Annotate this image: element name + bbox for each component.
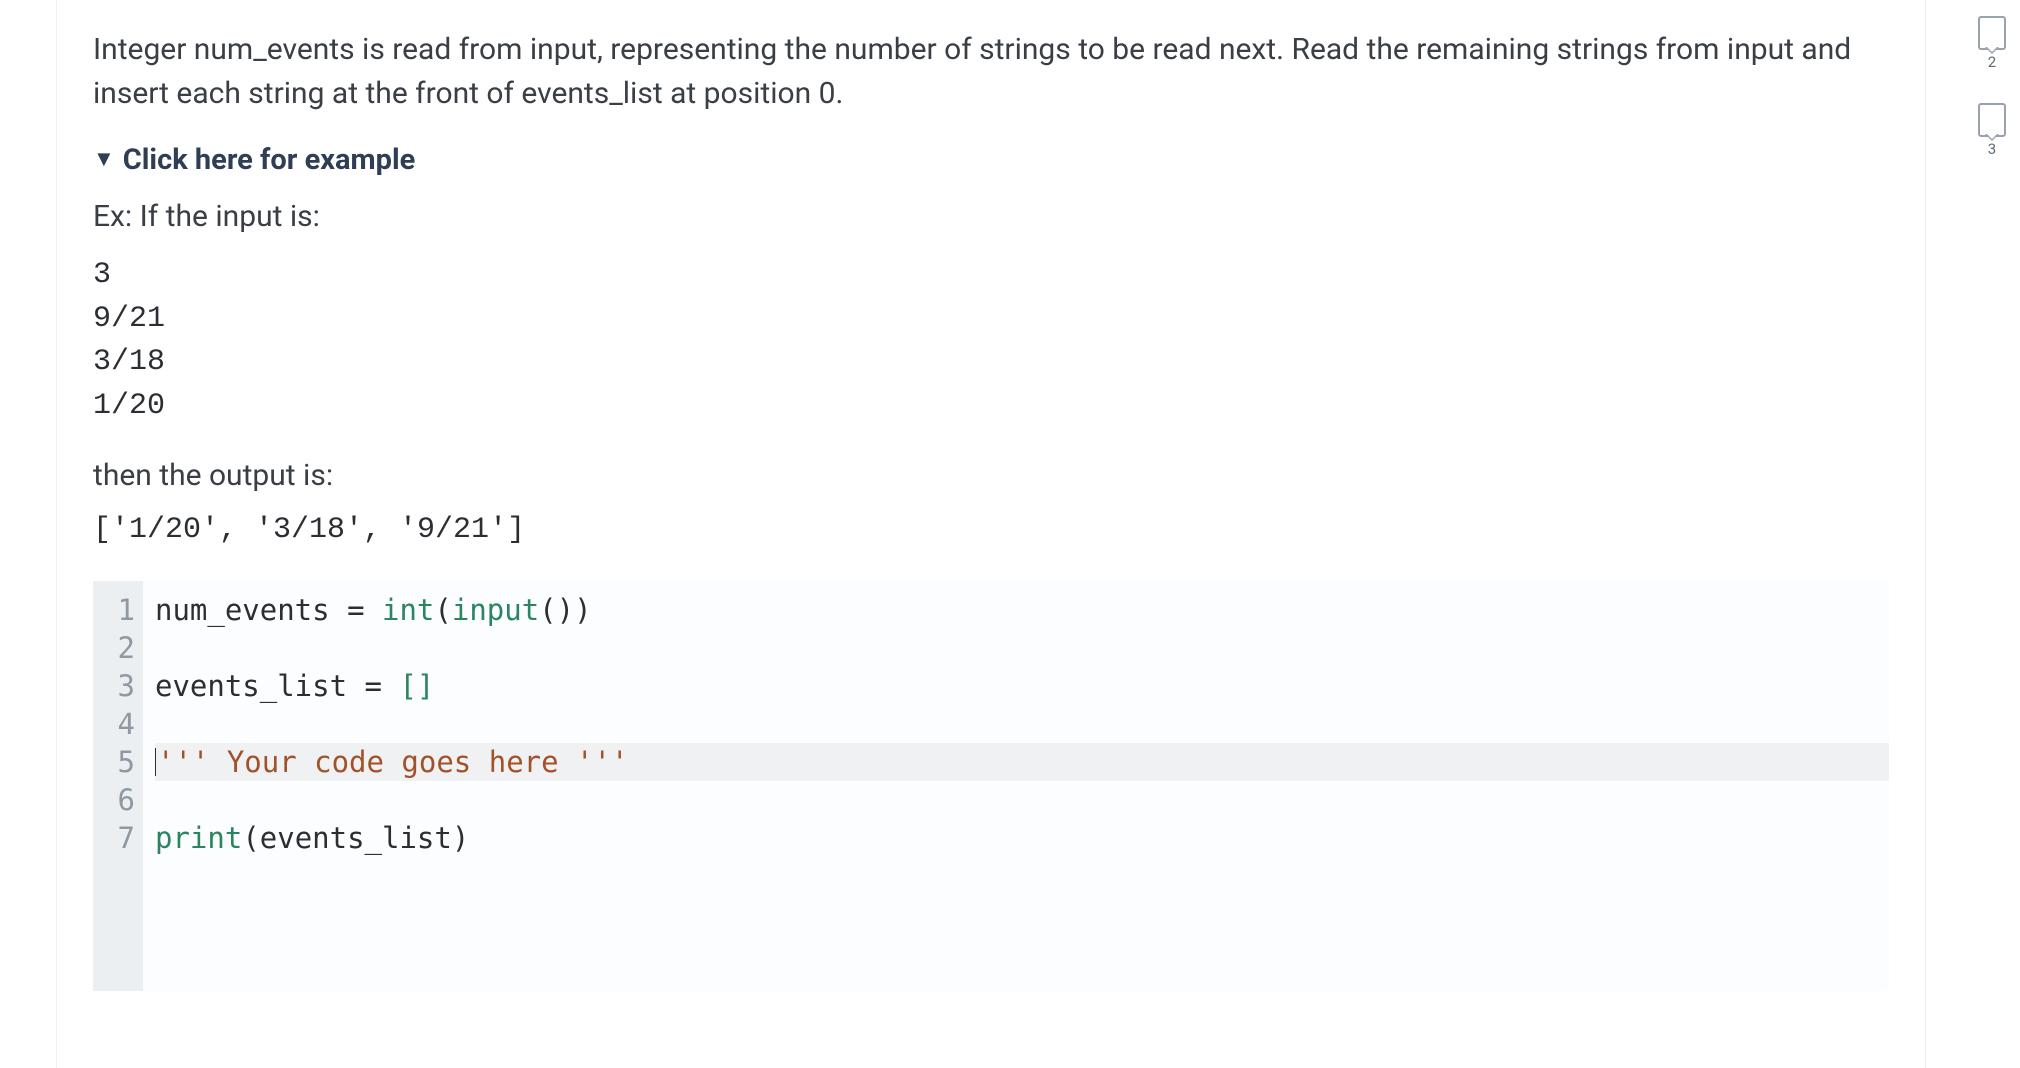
code-area[interactable]: num_events = int(input()) events_list = [… [93, 581, 1889, 857]
code-token: ( [434, 593, 451, 627]
code-token: print [155, 821, 242, 855]
problem-statement: Integer num_events is read from input, r… [93, 28, 1883, 115]
example-input-line: 1/20 [93, 389, 165, 423]
code-line[interactable] [155, 705, 1889, 743]
bookmark-icon [1978, 16, 2006, 50]
code-token: ''' Your code goes here ''' [157, 745, 628, 779]
text-cursor [155, 748, 156, 776]
code-line[interactable]: events_list = [] [155, 667, 1889, 705]
example-toggle-label: Click here for example [123, 143, 416, 177]
example-input-line: 3 [93, 258, 111, 292]
code-token [365, 593, 382, 627]
bookmark-label: 2 [1988, 53, 1996, 71]
code-line[interactable]: print(events_list) [155, 819, 1889, 857]
line-number: 6 [93, 781, 135, 819]
line-number: 3 [93, 667, 135, 705]
code-token: = [347, 593, 364, 627]
example-output: ['1/20', '3/18', '9/21'] [93, 513, 1889, 547]
line-number: 4 [93, 705, 135, 743]
code-line[interactable] [155, 629, 1889, 667]
code-token: (events_list) [242, 821, 469, 855]
line-number: 5 [93, 743, 135, 781]
example-input-lead: Ex: If the input is: [93, 199, 1889, 234]
code-line[interactable]: num_events = int(input()) [155, 591, 1889, 629]
exercise-card: Integer num_events is read from input, r… [56, 0, 1926, 1068]
bookmark-icon [1978, 103, 2006, 137]
example-toggle[interactable]: ▼ Click here for example [93, 143, 1889, 177]
example-input-block: 3 9/21 3/18 1/20 [93, 254, 1889, 428]
line-number: 7 [93, 819, 135, 857]
code-token: [] [399, 669, 434, 703]
line-number-gutter: 1 2 3 4 5 6 7 [93, 581, 143, 991]
bookmark-item[interactable]: 2 [1978, 16, 2006, 71]
page-root: Integer num_events is read from input, r… [0, 0, 2020, 1068]
code-token [382, 669, 399, 703]
example-input-line: 9/21 [93, 302, 165, 336]
code-token: num_events [155, 593, 347, 627]
code-token: events_list [155, 669, 365, 703]
line-number: 2 [93, 629, 135, 667]
code-editor[interactable]: 1 2 3 4 5 6 7 num_events = int(input()) e… [93, 581, 1889, 991]
bookmark-sidebar: 2 3 [1978, 16, 2006, 158]
code-token: int [382, 593, 434, 627]
example-input-line: 3/18 [93, 345, 165, 379]
code-token: ()) [539, 593, 591, 627]
code-line[interactable] [155, 781, 1889, 819]
line-number: 1 [93, 591, 135, 629]
bookmark-item[interactable]: 3 [1978, 103, 2006, 158]
chevron-down-icon: ▼ [93, 146, 115, 172]
bookmark-label: 3 [1988, 140, 1996, 158]
code-line[interactable]: ''' Your code goes here ''' [155, 743, 1889, 781]
code-token: input [452, 593, 539, 627]
example-then-label: then the output is: [93, 458, 1889, 493]
code-token: = [365, 669, 382, 703]
